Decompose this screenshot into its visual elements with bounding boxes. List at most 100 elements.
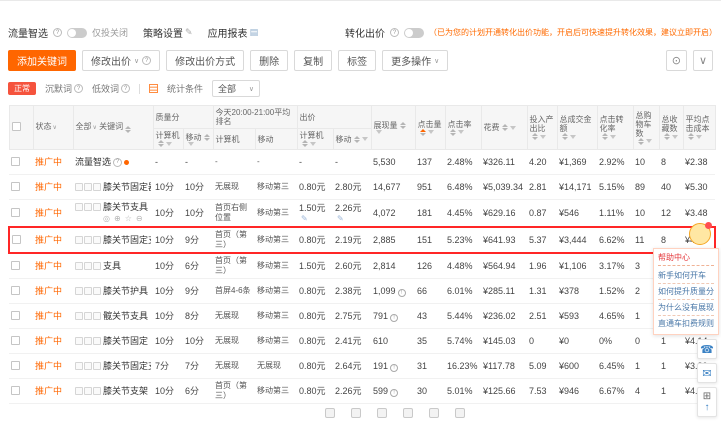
keyword-mini-icon[interactable] [84, 203, 92, 211]
keyword-text[interactable]: 膝关节固定器 [103, 182, 151, 192]
subcol-bid-mobile[interactable]: 移动 [332, 128, 372, 150]
col-favorites[interactable]: 总收藏数 [658, 105, 684, 150]
row-checkbox[interactable] [11, 260, 20, 270]
keyword-text[interactable]: 膝关节支架 [103, 386, 148, 396]
keyword-mini-icon[interactable] [75, 362, 83, 370]
filter-tab-normal[interactable]: 正常 [8, 82, 36, 95]
subcol-bid-pc[interactable]: 计算机 [296, 128, 334, 150]
help-link[interactable]: 新手如何开车 [658, 268, 714, 284]
keyword-text[interactable]: 膝关节固定 [103, 336, 148, 346]
row-checkbox[interactable] [11, 207, 20, 217]
col-status[interactable]: 状态∨ [32, 105, 74, 150]
help-link[interactable]: 如何提升质量分 [658, 284, 714, 300]
keyword-mini-icon[interactable] [93, 236, 101, 244]
keyword-mini-icon[interactable] [84, 183, 92, 191]
footer-icon[interactable] [403, 408, 413, 418]
keyword-mini-icon[interactable] [93, 203, 101, 211]
smart-traffic-keyword[interactable]: 流量智选 [75, 157, 111, 167]
stat-condition-select[interactable]: 全部 ∨ [212, 80, 261, 97]
batch-bid-button[interactable]: 修改出价 ∨? [82, 50, 161, 71]
edit-bid-icon[interactable]: ✎ [337, 214, 344, 223]
keyword-mini-icon[interactable] [75, 203, 83, 211]
keyword-mini-icon[interactable] [93, 337, 101, 345]
traffic-smart-toggle[interactable] [67, 27, 87, 38]
keyword-mini-icon[interactable] [84, 262, 92, 270]
conversion-bid-toggle[interactable] [404, 27, 424, 38]
impression-info-icon[interactable]: ! [390, 313, 399, 322]
footer-icon[interactable] [325, 408, 335, 418]
row-checkbox[interactable] [11, 360, 20, 370]
conversion-info-icon[interactable]: ? [390, 28, 399, 37]
keyword-mini-icon[interactable] [75, 287, 83, 295]
col-keyword[interactable]: 全部∨ 关键词 [72, 105, 154, 150]
col-carts[interactable]: 总购物车数 [632, 105, 660, 150]
copy-button[interactable]: 复制 [294, 50, 333, 71]
col-cvr[interactable]: 点击转化率 [596, 105, 634, 150]
info-icon[interactable]: ? [113, 157, 123, 167]
help-link[interactable]: 为什么没有展现 [658, 300, 714, 316]
sort-icons[interactable] [125, 126, 132, 133]
keyword-mini-icon[interactable] [93, 262, 101, 270]
tag-button[interactable]: 标签 [338, 50, 377, 71]
impression-info-icon[interactable]: ! [390, 363, 399, 372]
col-clicks[interactable]: 点击量 [414, 105, 446, 150]
keyword-action-icon[interactable]: ☆ [125, 214, 132, 224]
keyword-mini-icon[interactable] [84, 362, 92, 370]
keyword-mini-icon[interactable] [93, 312, 101, 320]
collapse-panel-button[interactable]: ∨ [692, 50, 713, 71]
impression-info-icon[interactable]: ! [397, 288, 406, 297]
row-checkbox[interactable] [11, 181, 20, 191]
col-cpc[interactable]: 平均点击成本 [682, 105, 716, 150]
assistant-avatar[interactable] [689, 222, 712, 245]
add-keyword-button[interactable]: 添加关键词 [8, 50, 76, 71]
footer-icon[interactable] [429, 408, 439, 418]
keyword-action-icon[interactable]: ⊖ [136, 214, 143, 224]
col-gmv[interactable]: 总成交金额 [556, 105, 598, 150]
bid-mode-button[interactable]: 修改出价方式 [166, 50, 245, 71]
keyword-mini-icon[interactable] [84, 287, 92, 295]
message-button[interactable]: ✉ [697, 363, 717, 383]
delete-button[interactable]: 删除 [250, 50, 289, 71]
help-link[interactable]: 直通车扣费规则 [658, 316, 714, 331]
filter-tab-silent[interactable]: 沉默词? [45, 82, 84, 95]
keyword-mini-icon[interactable] [84, 312, 92, 320]
keyword-mini-icon[interactable] [93, 287, 101, 295]
row-checkbox[interactable] [11, 156, 20, 166]
filter-tab-inefficient[interactable]: 低效词? [92, 82, 131, 95]
contact-service-button[interactable]: ☎ [697, 339, 717, 359]
row-checkbox[interactable] [11, 335, 20, 345]
keyword-mini-icon[interactable] [84, 236, 92, 244]
col-impressions[interactable]: 展现量 [370, 105, 416, 150]
footer-icon[interactable] [377, 408, 387, 418]
keyword-mini-icon[interactable] [75, 337, 83, 345]
row-checkbox[interactable] [11, 285, 20, 295]
keyword-text[interactable]: 膝关节护具 [103, 286, 148, 296]
select-all-checkbox[interactable] [11, 122, 21, 131]
keyword-mini-icon[interactable] [75, 262, 83, 270]
col-spend[interactable]: 花费 [480, 105, 528, 150]
keyword-mini-icon[interactable] [84, 337, 92, 345]
subcol-quality-mobile[interactable]: 移动 [182, 128, 214, 150]
keyword-mini-icon[interactable] [93, 362, 101, 370]
keyword-action-icon[interactable]: ◎ [103, 214, 110, 224]
col-roi[interactable]: 投入产出比 [526, 105, 558, 150]
keyword-mini-icon[interactable] [93, 387, 101, 395]
row-checkbox[interactable] [11, 385, 20, 395]
apply-report-link[interactable]: 应用报表 ▤ [208, 25, 259, 40]
traffic-info-icon[interactable]: ? [53, 28, 62, 37]
keyword-mini-icon[interactable] [75, 387, 83, 395]
subcol-quality-pc[interactable]: 计算机 [152, 128, 184, 150]
keyword-action-icon[interactable]: ⊕ [114, 214, 121, 224]
keyword-mini-icon[interactable] [75, 312, 83, 320]
more-actions-button[interactable]: 更多操作 ∨ [382, 50, 449, 71]
keyword-mini-icon[interactable] [93, 183, 101, 191]
keyword-text[interactable]: 髋关节支具 [103, 311, 148, 321]
row-checkbox[interactable] [11, 310, 20, 320]
footer-icon[interactable] [455, 408, 465, 418]
keyword-text[interactable]: 支具 [103, 261, 121, 271]
footer-icon[interactable] [351, 408, 361, 418]
keyword-mini-icon[interactable] [75, 183, 83, 191]
back-to-top-button[interactable]: ⊞ ↑ [697, 387, 717, 417]
keyword-mini-icon[interactable] [84, 387, 92, 395]
keyword-text[interactable]: 膝关节支具 [103, 202, 148, 212]
